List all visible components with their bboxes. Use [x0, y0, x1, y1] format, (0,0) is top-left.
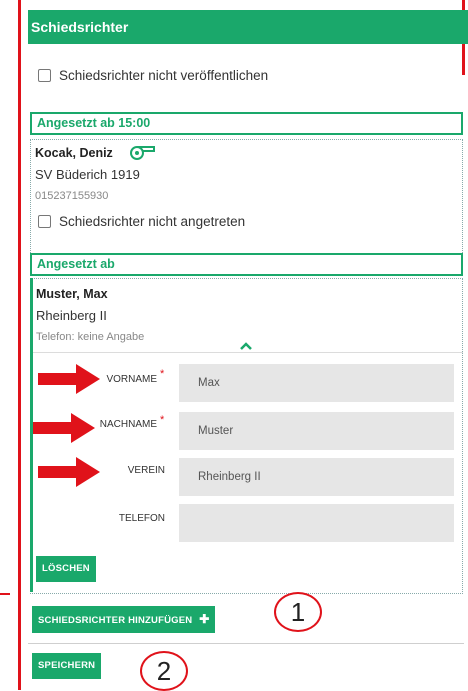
whistle-icon	[127, 143, 157, 166]
last-name-label: NACHNAME	[99, 419, 157, 430]
slot2-referee-club: Rheinberg II	[36, 308, 107, 323]
panel-header: Schiedsrichter	[28, 10, 468, 44]
club-label: VEREIN	[127, 465, 165, 476]
slot2-separator	[33, 352, 463, 353]
slot1-not-appeared-option[interactable]: Schiedsrichter nicht angetreten	[38, 214, 245, 229]
slot2-referee-name: Muster, Max	[36, 287, 108, 301]
annotation-red-line-left	[18, 0, 21, 690]
hide-referees-checkbox[interactable]	[38, 69, 51, 82]
last-name-required: *	[160, 414, 165, 426]
add-referee-label: SCHIEDSRICHTER HINZUFÜGEN	[38, 615, 193, 626]
slot1-not-appeared-checkbox[interactable]	[38, 215, 51, 228]
plus-icon: ✚	[199, 612, 210, 626]
last-name-input[interactable]: Muster	[179, 412, 454, 450]
annotation-marker-1: 1	[274, 592, 322, 632]
annotation-marker-2: 2	[140, 651, 188, 691]
annotation-red-dash	[0, 593, 10, 595]
slot2-heading: Angesetzt ab	[30, 253, 463, 276]
arrow-annotation-icon	[33, 413, 95, 448]
club-input[interactable]: Rheinberg II	[179, 458, 454, 496]
phone-label: TELEFON	[118, 513, 165, 524]
slot1-heading: Angesetzt ab 15:00	[30, 112, 463, 135]
first-name-required: *	[160, 368, 165, 380]
slot1-referee-name: Kocak, Deniz	[35, 146, 113, 160]
delete-button[interactable]: LÖSCHEN	[36, 556, 96, 582]
chevron-up-icon[interactable]	[239, 338, 253, 356]
section-divider	[28, 643, 464, 644]
arrow-annotation-icon	[38, 364, 100, 399]
first-name-input[interactable]: Max	[179, 364, 454, 402]
first-name-label: VORNAME	[106, 374, 157, 385]
add-referee-button[interactable]: SCHIEDSRICHTER HINZUFÜGEN ✚	[32, 606, 216, 633]
slot2-referee-phone: Telefon: keine Angabe	[36, 331, 145, 343]
hide-referees-label: Schiedsrichter nicht veröffentlichen	[59, 68, 269, 83]
phone-input[interactable]	[179, 504, 454, 542]
slot1-referee-club: SV Büderich 1919	[35, 167, 140, 182]
arrow-annotation-icon	[38, 457, 100, 492]
save-button[interactable]: SPEICHERN	[32, 653, 102, 679]
slot1-not-appeared-label: Schiedsrichter nicht angetreten	[59, 214, 246, 229]
hide-referees-option[interactable]: Schiedsrichter nicht veröffentlichen	[38, 68, 268, 83]
slot1-referee-phone: 015237155930	[35, 190, 109, 202]
